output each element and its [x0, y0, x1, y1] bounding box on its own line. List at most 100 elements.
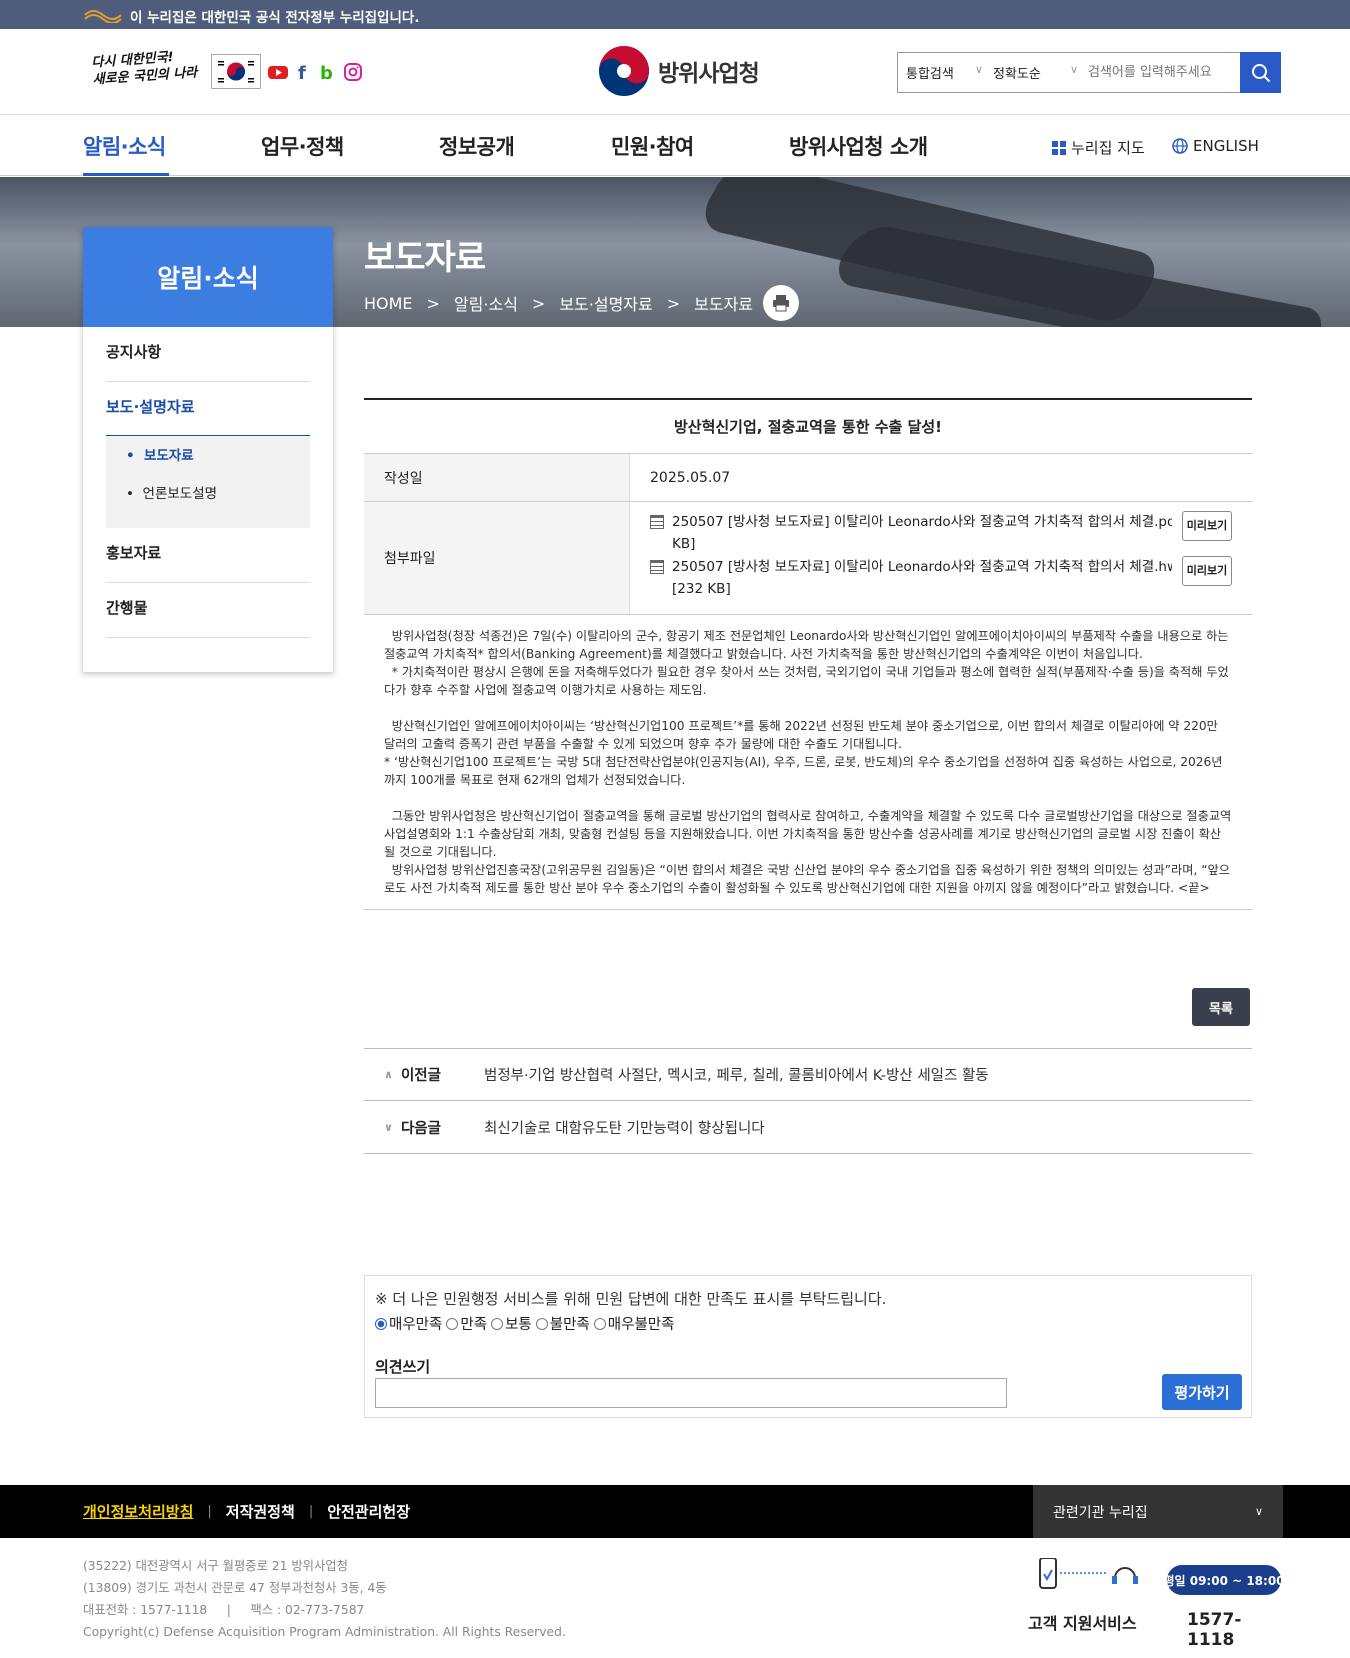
- chevron-down-icon: ∨: [1254, 1505, 1263, 1518]
- chevron-down-icon: ∨: [1069, 63, 1078, 76]
- gnb-active-indicator: [83, 173, 169, 176]
- side-subitem-press-release[interactable]: • 보도자료: [126, 444, 194, 464]
- taeguk-emblem-icon: [599, 46, 649, 96]
- prev-post-title[interactable]: 범정부·기업 방산협력 사절단, 멕시코, 페루, 칠레, 콜롬비아에서 K-방…: [484, 1064, 989, 1085]
- breadcrumb-separator: >: [531, 293, 546, 313]
- search-sort-value: 정확도순: [993, 67, 1041, 82]
- support-label: 고객 지원서비스: [1028, 1614, 1137, 1633]
- side-item-notice[interactable]: 공지사항: [106, 327, 310, 382]
- prev-post[interactable]: ∧ 이전글 범정부·기업 방산협력 사절단, 멕시코, 페루, 칠레, 콜롬비아에…: [364, 1048, 1252, 1101]
- related-sites-select[interactable]: 관련기관 누리집 ∨: [1033, 1485, 1283, 1538]
- divider: |: [207, 1504, 212, 1519]
- print-button[interactable]: [763, 285, 800, 321]
- side-item-promotion[interactable]: 홍보자료: [106, 528, 310, 583]
- english-link[interactable]: ENGLISH: [1172, 137, 1259, 155]
- survey-question: ※ 더 나은 민원행정 서비스를 위해 민원 답변에 대한 만족도 표시를 부탁…: [375, 1290, 887, 1308]
- globe-icon: [1172, 138, 1188, 154]
- breadcrumb-item[interactable]: 알림·소식: [454, 291, 518, 315]
- submit-rating-button[interactable]: 평가하기: [1162, 1374, 1242, 1410]
- radio-button[interactable]: [491, 1317, 504, 1330]
- phone-headset-icon: [1039, 1558, 1138, 1589]
- search-icon: [1251, 63, 1270, 82]
- search-scope-value: 통합검색: [906, 67, 954, 82]
- gnb-item-news[interactable]: 알림·소식: [83, 131, 166, 161]
- article-title: 방산혁신기업, 절충교역을 통한 수출 달성!: [364, 398, 1252, 454]
- breadcrumb-home[interactable]: HOME: [364, 294, 413, 313]
- survey-options: 매우만족 만족 보통 불만족 매우불만족: [375, 1313, 1241, 1334]
- breadcrumb-separator: >: [666, 293, 681, 313]
- radio-button[interactable]: [375, 1317, 387, 1330]
- chevron-up-icon: ∧: [384, 1068, 393, 1081]
- preview-button[interactable]: 미리보기: [1182, 511, 1232, 541]
- opinion-input[interactable]: [375, 1378, 1007, 1408]
- chevron-down-icon: ∨: [384, 1120, 393, 1134]
- article-files-row: 첨부파일 250507 [방사청 보도자료] 이탈리아 Leonardo사와 절…: [364, 502, 1252, 615]
- agency-logo[interactable]: 방위사업청: [598, 45, 760, 97]
- radio-button[interactable]: [446, 1317, 459, 1330]
- site-header: 다시 대한민국! 새로운 국민의 나라 f b 방위사업청 통합검색 ∨ 정확도…: [0, 29, 1350, 115]
- copyright-policy-link[interactable]: 저작권정책: [226, 1501, 295, 1522]
- survey-option-dissatisfied[interactable]: 불만족: [535, 1313, 590, 1334]
- footer-bar: 개인정보처리방침 | 저작권정책 | 안전관리헌장 관련기관 누리집 ∨: [0, 1485, 1350, 1538]
- privacy-policy-link[interactable]: 개인정보처리방침: [83, 1501, 193, 1522]
- chevron-down-icon: ∨: [974, 63, 983, 76]
- next-post-title[interactable]: 최신기술로 대함유도탄 기만능력이 향상됩니다: [484, 1117, 765, 1138]
- english-label: ENGLISH: [1193, 137, 1259, 155]
- breadcrumb-current: 보도자료: [694, 295, 754, 314]
- attachment-item: 250507 [방사청 보도자료] 이탈리아 Leonardo사와 절충교역 가…: [650, 511, 1252, 555]
- contact-numbers: 대표전화 : 1577-1118 | 팩스 : 02-773-7587: [83, 1603, 365, 1617]
- breadcrumb-separator: >: [426, 293, 440, 313]
- gnb-item-disclosure[interactable]: 정보공개: [439, 131, 515, 161]
- attachment-item: 250507 [방사청 보도자료] 이탈리아 Leonardo사와 절충교역 가…: [650, 556, 1252, 600]
- search-sort-select[interactable]: 정확도순 ∨: [993, 63, 1088, 82]
- search-button[interactable]: [1240, 52, 1281, 93]
- attachment-name[interactable]: 250507 [방사청 보도자료] 이탈리아 Leonardo사와 절충교역 가…: [672, 511, 1172, 533]
- search-scope-select[interactable]: 통합검색 ∨: [898, 63, 993, 82]
- facebook-icon[interactable]: f: [293, 62, 313, 84]
- blog-icon[interactable]: b: [318, 62, 338, 84]
- breadcrumb: HOME > 알림·소식 > 보도·설명자료 > 보도자료: [364, 285, 800, 321]
- survey-option-satisfied[interactable]: 만족: [446, 1313, 487, 1334]
- svg-text:b: b: [320, 63, 333, 82]
- survey-option-very-dissatisfied[interactable]: 매우불만족: [593, 1313, 674, 1334]
- survey-option-neutral[interactable]: 보통: [491, 1313, 532, 1334]
- option-label: 만족: [460, 1317, 488, 1333]
- gnb-item-civil[interactable]: 민원·참여: [611, 131, 694, 161]
- youtube-icon[interactable]: [268, 62, 288, 82]
- side-subitem-media-explain[interactable]: • 언론보도설명: [126, 482, 217, 502]
- social-links: f b: [268, 62, 363, 84]
- search-input[interactable]: [1088, 65, 1228, 80]
- footer-links: 개인정보처리방침 | 저작권정책 | 안전관리헌장: [83, 1501, 410, 1522]
- breadcrumb-item[interactable]: 보도·설명자료: [559, 291, 652, 315]
- side-subitem-label: 보도자료: [144, 448, 194, 464]
- copyright-text: Copyright(c) Defense Acquisition Program…: [83, 1625, 566, 1639]
- instagram-icon[interactable]: [343, 62, 363, 82]
- article-view: 방산혁신기업, 절충교역을 통한 수출 달성! 작성일 2025.05.07 첨…: [364, 398, 1252, 910]
- radio-button[interactable]: [593, 1317, 606, 1330]
- taegukgi-icon[interactable]: [211, 54, 261, 89]
- grid-icon: [1052, 140, 1066, 155]
- gnb-item-about[interactable]: 방위사업청 소개: [789, 131, 928, 161]
- survey-option-very-satisfied[interactable]: 매우만족: [375, 1313, 442, 1334]
- sitemap-link[interactable]: 누리집 지도: [1052, 137, 1145, 158]
- gnb-item-policy[interactable]: 업무·정책: [261, 131, 344, 161]
- list-button[interactable]: 목록: [1192, 988, 1250, 1026]
- egov-logo-icon: [84, 10, 122, 23]
- side-item-publication[interactable]: 간행물: [106, 583, 310, 638]
- preview-button[interactable]: 미리보기: [1182, 556, 1232, 586]
- article-body: 방위사업청(청장 석종건)은 7일(수) 이탈리아의 군수, 항공기 제조 전문…: [364, 615, 1252, 910]
- main-navigation: 알림·소식 업무·정책 정보공개 민원·참여 방위사업청 소개 누리집 지도 E…: [0, 115, 1350, 176]
- option-label: 보통: [505, 1317, 532, 1333]
- next-post[interactable]: ∨ 다음글 최신기술로 대함유도탄 기만능력이 향상됩니다: [364, 1101, 1252, 1154]
- safety-charter-link[interactable]: 안전관리헌장: [327, 1501, 410, 1522]
- divider: |: [308, 1504, 314, 1519]
- attachment-name[interactable]: 250507 [방사청 보도자료] 이탈리아 Leonardo사와 절충교역 가…: [672, 556, 1172, 578]
- side-item-press[interactable]: 보도·설명자료: [106, 382, 310, 437]
- side-subitem-label: 언론보도설명: [142, 486, 218, 502]
- file-icon: [650, 515, 664, 529]
- date-label: 작성일: [364, 454, 630, 501]
- date-value: 2025.05.07: [650, 469, 731, 486]
- radio-button[interactable]: [535, 1317, 548, 1330]
- file-icon: [650, 560, 664, 574]
- support-phone[interactable]: 1577-1118: [1187, 1610, 1241, 1650]
